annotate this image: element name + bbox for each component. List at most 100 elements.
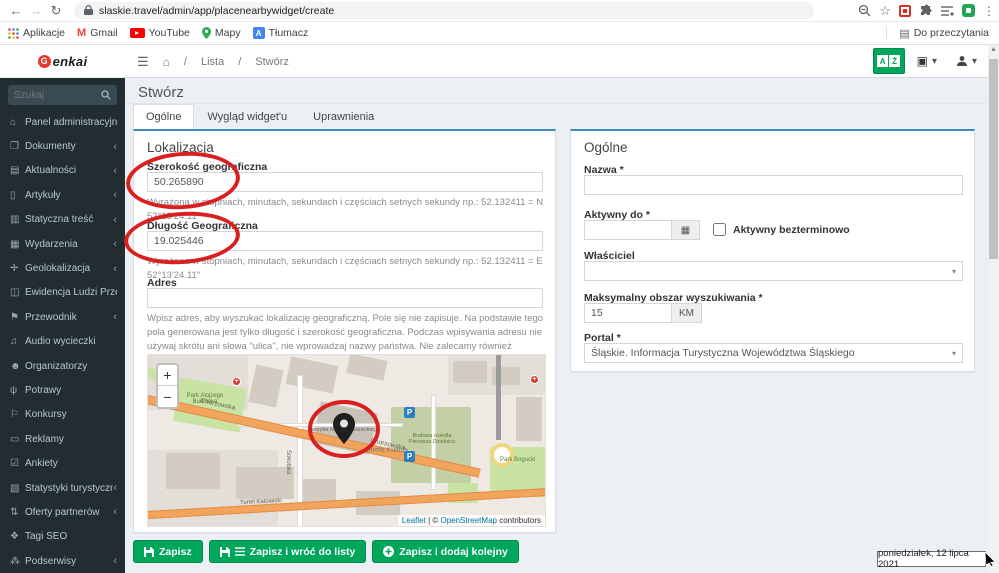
chevron-left-icon: ‹: [113, 482, 117, 494]
map-building: [516, 397, 542, 441]
map-attribution: Leaflet | © OpenStreetMap contributors: [398, 515, 545, 526]
active-until-input[interactable]: [584, 220, 672, 240]
leaflet-link[interactable]: Leaflet: [402, 516, 426, 525]
bookmark-tlumacz[interactable]: ATłumacz: [253, 27, 309, 39]
sidebar-item-statyczna-tresc[interactable]: ▥Statyczna treść‹: [0, 208, 125, 232]
page-title: Stwórz: [138, 84, 184, 101]
bookmark-youtube[interactable]: YouTube: [130, 27, 190, 39]
map-marker-pin[interactable]: [333, 413, 355, 444]
poi-cross-icon: +: [232, 377, 241, 386]
sidebar-item-konkursy[interactable]: ⚐Konkursy: [0, 403, 125, 427]
translate-button[interactable]: AŻ: [873, 48, 905, 74]
latitude-input[interactable]: [147, 172, 543, 192]
sidebar-search[interactable]: [8, 85, 117, 105]
sidebar-item-audio-wycieczki[interactable]: ♫Audio wycieczki: [0, 330, 125, 354]
sidebar-item-potrawy[interactable]: ψPotrawy: [0, 378, 125, 402]
portal-select[interactable]: Śląskie. Informacja Turystyczna Wojewódz…: [584, 343, 963, 363]
address-input[interactable]: [147, 288, 543, 308]
save-icon: [220, 547, 230, 557]
bookmark-star-icon[interactable]: ☆: [879, 3, 891, 19]
active-indefinitely-checkbox[interactable]: [713, 223, 726, 236]
save-add-next-button[interactable]: Zapisz i dodaj kolejny: [372, 540, 519, 563]
reading-list-button[interactable]: ▤Do przeczytania: [899, 27, 989, 40]
back-icon[interactable]: ←: [6, 3, 26, 18]
save-return-button[interactable]: Zapisz i wróć do listy: [209, 540, 367, 563]
file-icon: ▯: [10, 190, 25, 201]
sidebar-item-statystyki[interactable]: ▧Statystyki turystyczne‹: [0, 476, 125, 500]
sidebar-toggle-icon[interactable]: ☰: [137, 54, 149, 70]
zoom-icon[interactable]: [858, 4, 871, 17]
sidebar-item-dokumenty[interactable]: ❐Dokumenty‹: [0, 134, 125, 158]
sidebar-item-reklamy[interactable]: ▭Reklamy: [0, 427, 125, 451]
osm-link[interactable]: OpenStreetMap: [440, 516, 496, 525]
sidebar-nav: ⌂Panel administracyjny ❐Dokumenty‹ ▤Aktu…: [0, 110, 125, 573]
red-extension-icon[interactable]: [899, 5, 911, 17]
search-icon[interactable]: [101, 90, 111, 100]
map[interactable]: Chorzowska Chorzowska Sokolska Park Aloj…: [147, 354, 546, 527]
sidebar-item-label: Aktualności: [25, 165, 113, 176]
tab-wyglad-widgetu[interactable]: Wygląd widget'u: [194, 104, 300, 129]
save-button[interactable]: Zapisz: [133, 540, 203, 563]
sidebar-item-artykuly[interactable]: ▯Artykuły‹: [0, 183, 125, 207]
owner-select[interactable]: ▾: [584, 261, 963, 281]
sidebar-item-ewidencja[interactable]: ◫Ewidencja Ludzi Przemysłu: [0, 281, 125, 305]
user-dropdown[interactable]: ▾: [949, 48, 984, 74]
map-park-label: Park Bogucki: [500, 457, 535, 463]
longitude-input[interactable]: [147, 231, 543, 251]
location-heading: Lokalizacja: [147, 140, 214, 155]
breadcrumb-lista[interactable]: Lista: [201, 56, 224, 68]
search-input[interactable]: [8, 90, 101, 101]
sidebar-item-panel-administracyjny[interactable]: ⌂Panel administracyjny: [0, 110, 125, 134]
address-bar[interactable]: slaskie.travel/admin/app/placenearbywidg…: [74, 2, 814, 19]
sidebar-item-label: Artykuły: [25, 190, 113, 201]
bookmark-label: YouTube: [149, 27, 190, 39]
apps-grid-icon[interactable]: [8, 28, 19, 39]
sidebar-item-ankiety[interactable]: ☑Ankiety: [0, 451, 125, 475]
scrollbar[interactable]: ▲: [988, 45, 999, 573]
scrollbar-thumb[interactable]: [989, 59, 998, 259]
tab-uprawnienia[interactable]: Uprawnienia: [300, 104, 387, 129]
zoom-in-button[interactable]: +: [158, 365, 177, 386]
sidebar-item-oferty-partnerow[interactable]: ⇅Oferty partnerów‹: [0, 500, 125, 524]
search-area-input[interactable]: [584, 303, 672, 323]
sidebar-item-organizatorzy[interactable]: ☻Organizatorzy: [0, 354, 125, 378]
breadcrumb-home-icon[interactable]: ⌂: [163, 55, 170, 69]
map-street-label: Sokolska: [285, 450, 291, 474]
bookmarks-bar: Aplikacje MGmail YouTube Mapy ATłumacz ▤…: [0, 22, 999, 45]
zoom-out-button[interactable]: −: [158, 386, 177, 407]
flag-icon: ⚐: [10, 409, 25, 420]
bookmark-gmail[interactable]: MGmail: [77, 27, 118, 39]
sidebar-item-label: Panel administracyjny: [25, 117, 117, 128]
cutlery-icon: ψ: [10, 385, 25, 396]
chevron-left-icon: ‹: [113, 165, 117, 177]
forward-icon[interactable]: →: [26, 3, 46, 18]
sidebar-item-przewodnik[interactable]: ⚑Przewodnik‹: [0, 305, 125, 329]
app-logo[interactable]: G enkai: [0, 45, 125, 78]
sidebar-item-tagi-seo[interactable]: ❖Tagi SEO: [0, 525, 125, 549]
bookmark-aplikacje[interactable]: Aplikacje: [23, 27, 65, 39]
name-input[interactable]: [584, 175, 963, 195]
sidebar-item-wydarzenia[interactable]: ▦Wydarzenia‹: [0, 232, 125, 256]
calendar-button[interactable]: ▦: [672, 220, 700, 240]
tab-ogolne[interactable]: Ogólne: [133, 104, 194, 129]
settings-dropdown[interactable]: ▣▾: [910, 48, 944, 74]
plus-circle-icon: [383, 546, 394, 557]
user-icon: [956, 55, 968, 67]
navbar-actions: AŻ ▣▾ ▾: [873, 48, 984, 74]
sidebar-item-geolokalizacja[interactable]: ✛Geolokalizacja‹: [0, 256, 125, 280]
sidebar-item-podserwisy[interactable]: ⁂Podserwisy‹: [0, 549, 125, 573]
parking-icon: P: [404, 407, 415, 418]
sidebar-item-label: Geolokalizacja: [25, 263, 113, 274]
chrome-menu-icon[interactable]: ⋮: [983, 4, 995, 18]
bookmark-mapy[interactable]: Mapy: [202, 27, 241, 39]
breadcrumb-divider: /: [238, 56, 241, 68]
reload-icon[interactable]: ↻: [46, 3, 66, 19]
puzzle-extension-icon[interactable]: [919, 4, 932, 17]
sidebar-item-aktualnosci[interactable]: ▤Aktualności‹: [0, 159, 125, 183]
media-list-icon[interactable]: [940, 5, 954, 17]
longitude-help: Wyrażona w stopniach, minutach, sekundac…: [147, 255, 547, 283]
scroll-up-icon[interactable]: ▲: [988, 46, 999, 53]
bookmark-label: Mapy: [215, 27, 241, 39]
green-extension-icon[interactable]: [962, 4, 975, 17]
chevron-left-icon: ‹: [113, 238, 117, 250]
